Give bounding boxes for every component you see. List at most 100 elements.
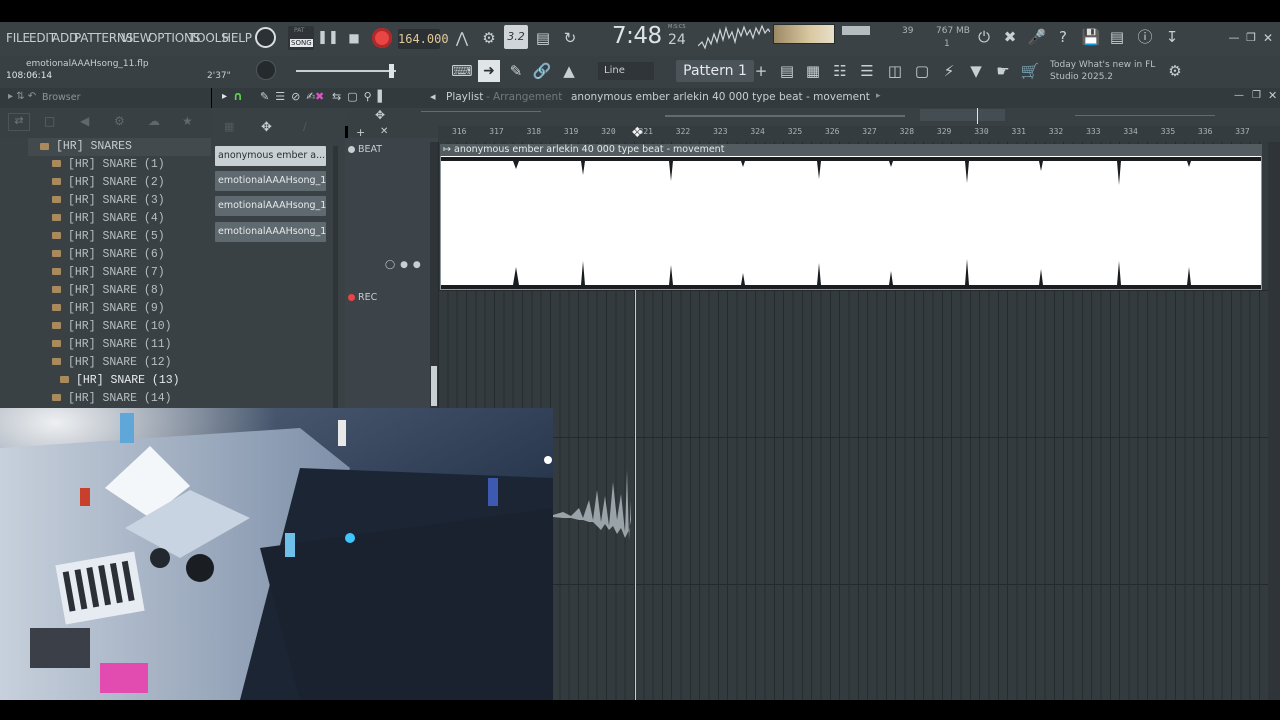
playlist-minimize-icon[interactable]: — — [1234, 90, 1244, 101]
playlist-back-icon[interactable]: ◂ — [430, 90, 436, 103]
metronome-icon[interactable]: ⋀ — [451, 27, 473, 49]
browser-item[interactable]: [HR] SNARE (7) — [52, 264, 165, 282]
pat-song-toggle[interactable]: PAT SONG — [288, 26, 314, 50]
browser-root-folder[interactable]: [HR] SNARES — [28, 138, 211, 156]
news-line-2[interactable]: Studio 2025.2 — [1050, 72, 1113, 82]
arrange-move-icon[interactable]: ✥ — [375, 108, 385, 122]
audio-clip[interactable] — [440, 144, 1262, 290]
mute-tool-icon[interactable]: ✖ — [315, 90, 324, 103]
browser-item[interactable]: [HR] SNARE (14) — [52, 390, 172, 408]
clip-source-item[interactable]: emotionalAAAHsong_11_... — [215, 196, 326, 216]
news-line-1[interactable]: Today What's new in FL — [1050, 60, 1155, 70]
snap-mode-select[interactable]: Line — [598, 62, 654, 80]
record-knob[interactable] — [256, 60, 276, 80]
browser-item[interactable]: [HR] SNARE (6) — [52, 246, 165, 264]
playlist-maximize-icon[interactable]: ❐ — [1252, 90, 1261, 101]
browser-collapse-icon[interactable]: ⇄ — [8, 113, 30, 131]
browser-gear-icon[interactable]: ⚙ — [114, 114, 125, 128]
tempo-display[interactable]: 164.000 — [398, 29, 449, 49]
horizontal-zoom-track[interactable] — [421, 111, 541, 112]
browser-item[interactable]: [HR] SNARE (5) — [52, 228, 165, 246]
magnet-snap-icon[interactable]: ∩ — [233, 89, 247, 105]
snap-step-button[interactable]: 3.2 — [504, 25, 528, 49]
move-tool-icon[interactable]: ✥ — [261, 120, 272, 135]
browser-item[interactable]: [HR] SNARE (10) — [52, 318, 172, 336]
track-controls-icon[interactable]: ◯●● — [385, 260, 426, 270]
browser-item[interactable]: [HR] SNARE (12) — [52, 354, 172, 372]
browser-item[interactable]: [HR] SNARE (2) — [52, 174, 165, 192]
browser-toggle-icon[interactable]: ◫ — [884, 60, 906, 82]
mixer-icon[interactable]: ☰ — [856, 60, 878, 82]
remove-track-icon[interactable]: ✕ — [380, 126, 388, 137]
track-active-icon[interactable] — [348, 146, 355, 153]
clip-list-scrollbar[interactable] — [333, 146, 338, 408]
browser-item[interactable]: [HR] SNARE (1) — [52, 156, 165, 174]
clip-settings-icon[interactable]: ∕ — [303, 120, 307, 133]
clip-list-icon[interactable]: ▦ — [224, 120, 234, 133]
playlist-view-icon[interactable]: ▤ — [776, 60, 798, 82]
blend-notes-icon[interactable]: ▤ — [532, 27, 554, 49]
stamp-icon[interactable]: ▲ — [558, 60, 580, 82]
browser-item[interactable]: [HR] SNARE (3) — [52, 192, 165, 210]
menu-help[interactable]: HELP — [222, 31, 252, 45]
master-pitch-handle[interactable] — [389, 64, 394, 78]
browser-item[interactable]: [HR] SNARE (4) — [52, 210, 165, 228]
close-icon[interactable]: ✕ — [1257, 27, 1279, 49]
typing-keyboard-icon[interactable]: ⌨ — [451, 60, 473, 82]
browser-cloud-icon[interactable]: ☁ — [148, 114, 160, 128]
browser-file-icon[interactable]: □ — [44, 114, 55, 128]
edison-icon[interactable]: ▼ — [965, 60, 987, 82]
playlist-close-icon[interactable]: ✕ — [1268, 89, 1277, 102]
draw-pencil-icon[interactable]: ✎ — [505, 60, 527, 82]
project-picker-icon[interactable]: ▢ — [911, 60, 933, 82]
touch-controller-icon[interactable]: ☛ — [992, 60, 1014, 82]
tool-pointer-button[interactable]: ➜ — [478, 60, 500, 82]
save-icon[interactable]: 💾 — [1080, 26, 1102, 48]
time-ruler[interactable]: 316 317 318 319 320 321 322 323 324 325 326 327 328 3… — [438, 126, 1280, 142]
playlist-play-icon[interactable]: ▸ — [222, 91, 227, 102]
audio-clip-header[interactable]: ↦ anonymous ember arlekin 40 000 type be… — [440, 144, 1262, 156]
channel-rack-icon[interactable]: ▦ — [802, 60, 824, 82]
menu-view[interactable]: VIEW — [121, 31, 152, 45]
track-header-rec[interactable]: REC — [348, 292, 377, 303]
track-scroll-thumb[interactable] — [431, 366, 437, 406]
download-icon[interactable]: ↧ — [1161, 26, 1183, 48]
browser-arrows-icon[interactable]: ▸ ⇅ ↶ — [8, 91, 36, 102]
track-header-beat[interactable]: BEAT — [348, 144, 382, 155]
plugin-icon[interactable]: ⚡ — [938, 60, 960, 82]
browser-star-icon[interactable]: ★ — [182, 114, 193, 128]
link-icon[interactable]: 🔗 — [531, 60, 553, 82]
power-icon[interactable]: ⏻ — [973, 26, 995, 48]
horizontal-scrollbar[interactable] — [665, 115, 905, 117]
stop-icon[interactable]: ■ — [343, 27, 365, 49]
loop-record-icon[interactable]: ↻ — [559, 27, 581, 49]
help-icon[interactable]: ? — [1052, 26, 1074, 48]
master-volume-knob[interactable] — [255, 27, 276, 48]
record-button[interactable] — [372, 28, 392, 48]
piano-roll-icon[interactable]: ☷ — [829, 60, 851, 82]
playlist-view-tools-icon[interactable]: ⇆▢⚲▌ — [332, 90, 392, 103]
playhead-line[interactable] — [635, 290, 636, 700]
vertical-scrollbar[interactable] — [1268, 142, 1280, 700]
account-icon[interactable]: ⚙ — [1164, 60, 1186, 82]
browser-item[interactable]: [HR] SNARE (11) — [52, 336, 172, 354]
export-icon[interactable]: ▤ — [1106, 26, 1128, 48]
vertical-zoom-track[interactable] — [1075, 115, 1215, 116]
add-pattern-icon[interactable]: + — [750, 60, 772, 82]
marketplace-icon[interactable]: 🛒 — [1019, 60, 1041, 82]
browser-item[interactable]: [HR] SNARE (13) — [60, 372, 180, 390]
browser-item[interactable]: [HR] SNARE (9) — [52, 300, 165, 318]
browser-item[interactable]: [HR] SNARE (8) — [52, 282, 165, 300]
track-record-icon[interactable] — [348, 294, 355, 301]
clip-source-item[interactable]: emotionalAAAHsong_11_... — [215, 171, 326, 191]
pattern-selector[interactable]: Pattern 1 — [676, 60, 754, 82]
song-position-clock[interactable]: 7:48 — [612, 23, 662, 49]
menu-file[interactable]: FILE — [6, 31, 30, 45]
play-pause-icon[interactable]: ❚❚ — [317, 27, 339, 49]
horizontal-scroll-thumb[interactable] — [920, 109, 1005, 121]
clip-source-item[interactable]: anonymous ember a... — [215, 146, 326, 166]
clip-source-item[interactable]: emotionalAAAHsong_11_... — [215, 222, 326, 242]
wait-for-input-icon[interactable]: ⚙ — [478, 27, 500, 49]
microphone-icon[interactable]: 🎤 — [1026, 26, 1048, 48]
playlist-tools-icon[interactable]: ✎☰⊘✍ — [260, 90, 322, 103]
